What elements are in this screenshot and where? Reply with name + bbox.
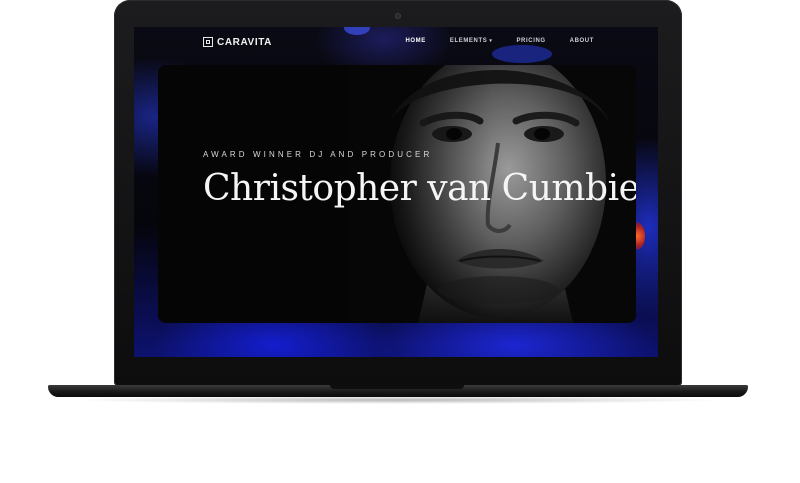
nav-item-pricing[interactable]: PRICING — [516, 38, 545, 44]
nav-item-about[interactable]: ABOUT — [570, 38, 594, 44]
laptop-shadow — [70, 396, 726, 404]
nav-menu: HOME ELEMENTS ▾ PRICING ABOUT — [405, 38, 594, 44]
chevron-down-icon: ▾ — [489, 38, 493, 44]
nav-item-home[interactable]: HOME — [405, 38, 425, 44]
hero-subtitle: AWARD WINNER DJ AND PRODUCER — [203, 150, 433, 159]
square-logo-icon — [203, 37, 213, 47]
top-navigation: CARAVITA HOME ELEMENTS ▾ PRICING ABOUT — [134, 27, 658, 55]
webcam-icon — [395, 13, 401, 19]
brand-logo[interactable]: CARAVITA — [203, 36, 272, 48]
hero-banner: AWARD WINNER DJ AND PRODUCER Christopher… — [158, 65, 636, 323]
hero-title: Christopher van Cumbie — [203, 168, 636, 209]
nav-item-label: ELEMENTS — [449, 38, 488, 44]
nav-item-elements[interactable]: ELEMENTS ▾ — [450, 38, 493, 44]
laptop-notch — [330, 385, 464, 389]
brand-name: CARAVITA — [217, 36, 272, 48]
laptop-screen: CARAVITA HOME ELEMENTS ▾ PRICING ABOUT A… — [134, 27, 658, 357]
